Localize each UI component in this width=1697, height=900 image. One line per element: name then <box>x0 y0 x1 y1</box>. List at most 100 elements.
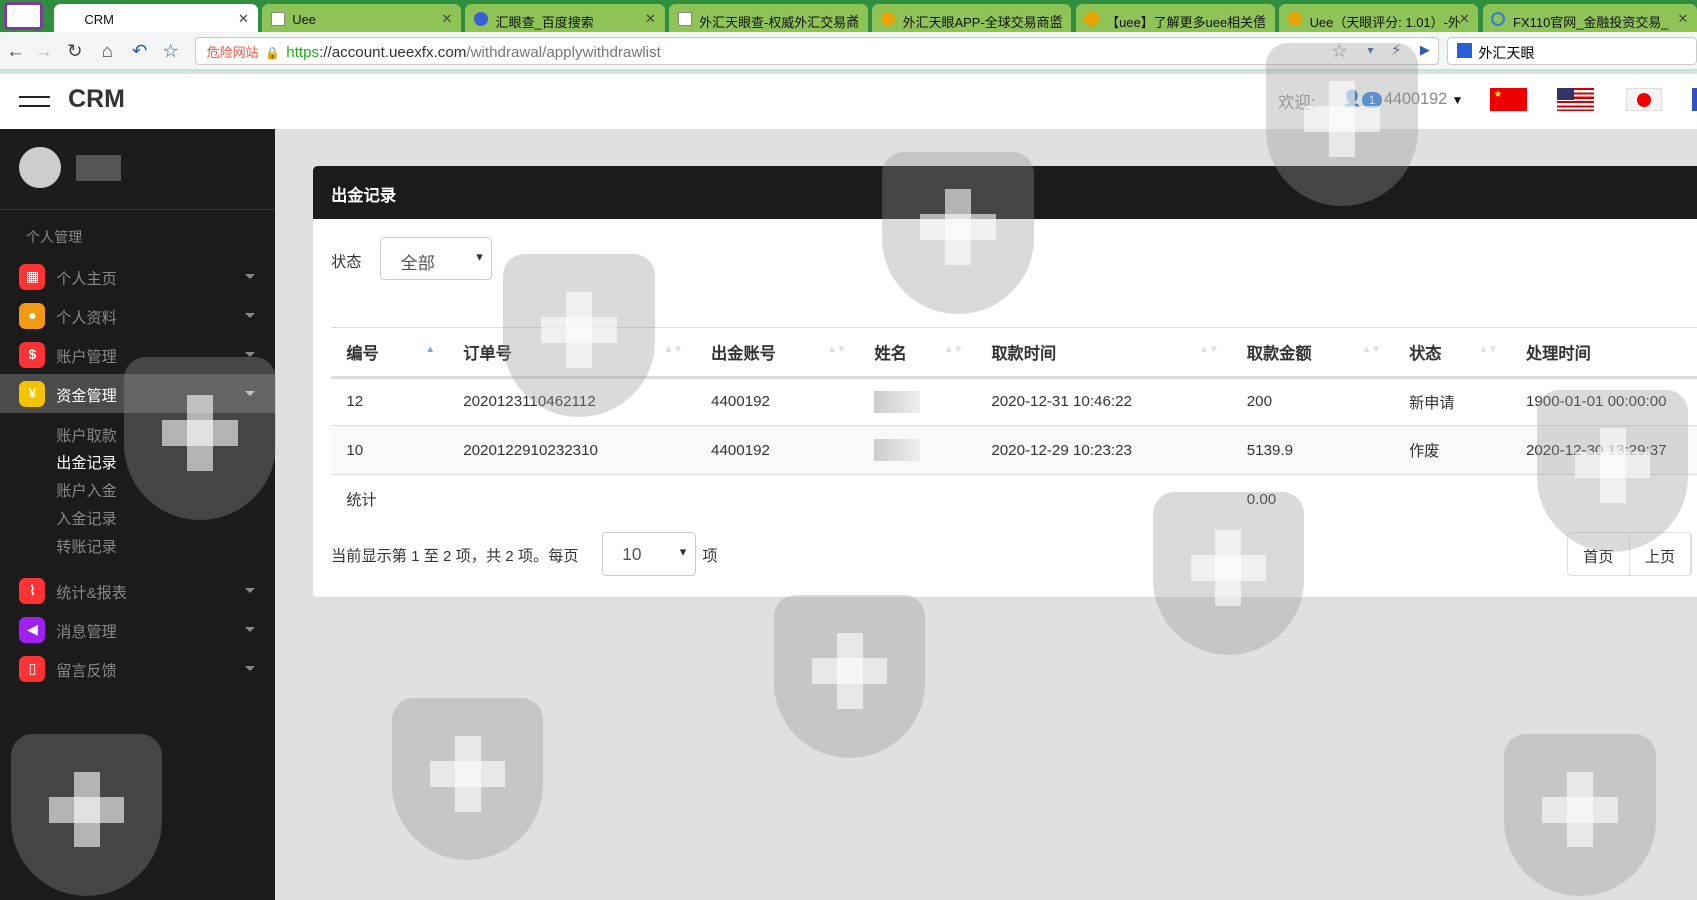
lock-icon: 🔒 <box>265 46 280 61</box>
cell-name <box>859 377 977 427</box>
prev-page-button[interactable]: 上页 <box>1630 533 1692 575</box>
flag-usa-icon[interactable] <box>1557 87 1595 112</box>
user-icon: 👤 <box>1342 89 1363 108</box>
sort-icon: ▲▼ <box>827 344 847 356</box>
tab-label: 外汇天眼查-权威外汇交易商 <box>699 14 860 30</box>
close-icon[interactable]: ✕ <box>238 11 249 27</box>
column-header-id[interactable]: 编号 ▲ <box>331 326 449 379</box>
undo-icon[interactable]: ↶ <box>132 40 147 62</box>
cell-processed: 2020-12-30 13:29:37 <box>1510 425 1697 476</box>
tab-wikifx[interactable]: 外汇天眼查-权威外汇交易商 ✕ <box>668 4 868 33</box>
column-header-time[interactable]: 取款时间 ▲▼ <box>976 326 1232 379</box>
sort-icon: ▲▼ <box>1478 344 1498 356</box>
yen-icon: ¥ <box>19 380 46 407</box>
star-icon[interactable]: ☆ <box>162 40 178 62</box>
close-icon[interactable]: ✕ <box>645 11 656 27</box>
tab-crm[interactable]: CRM ✕ <box>54 4 258 33</box>
sidebar-subitem-withdraw[interactable]: 账户取款 <box>56 424 117 446</box>
flag-other-icon[interactable] <box>1691 87 1697 112</box>
sidebar-item-label: 账户管理 <box>56 349 117 367</box>
sidebar-item-profile[interactable]: ● 个人资料 <box>0 297 275 336</box>
sidebar-item-home[interactable]: ▦ 个人主页 <box>0 258 275 297</box>
cell-name <box>859 425 977 476</box>
tab-label: 外汇天眼APP-全球交易商监 <box>902 14 1063 30</box>
forward-icon[interactable]: → <box>35 40 53 62</box>
tab-fx110[interactable]: FX110官网_金融投资交易_ ✕ <box>1482 4 1697 33</box>
search-box[interactable]: 外汇天眼 <box>1447 36 1697 65</box>
total-row: 统计 0.00 <box>331 475 1697 524</box>
play-icon[interactable]: ▶ <box>1420 42 1430 58</box>
column-header-status[interactable]: 状态 ▲▼ <box>1393 326 1511 379</box>
brand-title: CRM <box>68 85 125 114</box>
column-header-processed[interactable]: 处理时间 <box>1510 326 1697 379</box>
browser-logo <box>4 2 44 31</box>
page-size-suffix: 项 <box>702 548 718 566</box>
home-icon[interactable]: ⌂ <box>102 40 113 62</box>
sidebar-item-funds[interactable]: ¥ 资金管理 <box>0 374 275 414</box>
sort-icon: ▲▼ <box>663 344 683 356</box>
cell-account: 4400192 <box>695 377 860 427</box>
danger-warning: 危险网站 <box>206 45 259 61</box>
tab-wikifx-app[interactable]: 外汇天眼APP-全球交易商监 ✕ <box>872 4 1072 33</box>
sidebar-item-reports[interactable]: ⌇ 统计&报表 <box>0 571 275 610</box>
wikifx-icon <box>1287 11 1302 26</box>
page-icon <box>270 11 285 26</box>
total-label: 统计 <box>346 492 377 510</box>
section-header: 个人管理 <box>25 229 83 246</box>
flag-china-icon[interactable]: ★ <box>1490 87 1528 112</box>
column-label: 编号 <box>346 344 379 363</box>
watermark-shield-icon <box>391 698 544 861</box>
reload-icon[interactable]: ↻ <box>67 40 82 62</box>
sidebar-item-label: 资金管理 <box>56 388 117 406</box>
withdrawal-table: 编号 ▲ 订单号 ▲▼ 出金账号 ▲▼ 姓名 ▲▼ 取款时间 ▲▼ 取款金额 ▲▼ 状态 ▲▼… <box>331 326 1697 524</box>
close-icon[interactable]: ✕ <box>1255 11 1266 27</box>
withdrawal-records-panel: 出金记录 状态 全部 编号 ▲ 订单号 ▲▼ 出金账号 ▲▼ 姓名 ▲▼ 取款时间 ▲▼ … <box>312 165 1697 598</box>
tab-baidu[interactable]: 汇眼查_百度搜索 ✕ <box>465 4 665 33</box>
column-header-account[interactable]: 出金账号 ▲▼ <box>695 326 860 379</box>
column-header-amount[interactable]: 取款金额 ▲▼ <box>1231 326 1394 379</box>
close-icon[interactable]: ✕ <box>848 11 859 27</box>
user-menu[interactable]: 👤 1 4400192 ▼ <box>1342 89 1463 109</box>
sidebar-subitem-withdraw-records[interactable]: 出金记录 <box>56 451 117 473</box>
sidebar-item-messages[interactable]: ◀ 消息管理 <box>0 610 275 649</box>
close-icon[interactable]: ✕ <box>442 11 453 27</box>
tab-uee-rating[interactable]: Uee（天眼评分: 1.01）-外 ✕ <box>1279 4 1479 33</box>
column-label: 处理时间 <box>1525 344 1591 363</box>
column-header-order[interactable]: 订单号 ▲▼ <box>448 326 696 379</box>
page-icon <box>677 11 692 26</box>
menu-toggle-icon[interactable] <box>19 96 50 108</box>
sidebar-subitem-deposit[interactable]: 账户入金 <box>56 479 117 501</box>
sidebar-subitem-transfer-records[interactable]: 转账记录 <box>56 535 117 557</box>
cell-status: 作废 <box>1393 425 1511 476</box>
sidebar-subitem-deposit-records[interactable]: 入金记录 <box>56 507 117 529</box>
column-header-name[interactable]: 姓名 ▲▼ <box>859 326 977 379</box>
tab-label: Uee <box>292 11 316 27</box>
tab-uee[interactable]: Uee ✕ <box>261 4 462 33</box>
tab-uee-info[interactable]: 【uee】了解更多uee相关信 ✕ <box>1075 4 1275 33</box>
close-icon[interactable]: ✕ <box>1052 11 1063 27</box>
page-size-select[interactable]: 10 <box>601 532 696 576</box>
flag-japan-icon[interactable] <box>1625 87 1663 112</box>
close-icon[interactable]: ✕ <box>1459 11 1470 27</box>
column-label: 姓名 <box>874 344 907 363</box>
back-icon[interactable]: ← <box>6 40 24 62</box>
url-host: ://account.ueexfx.com <box>319 44 467 62</box>
sidebar-item-feedback[interactable]: ▯ 留言反馈 <box>0 649 275 688</box>
cell-status: 新申请 <box>1393 377 1511 427</box>
address-bar[interactable]: 危险网站 🔒 https://account.ueexfx.com/withdraw… <box>194 36 1440 65</box>
qr-icon: ▦ <box>19 264 46 291</box>
first-page-button[interactable]: 首页 <box>1568 533 1630 575</box>
status-filter-select[interactable]: 全部 <box>379 237 493 281</box>
chart-icon: ⌇ <box>19 577 46 604</box>
sort-icon: ▲▼ <box>943 344 964 356</box>
app-header: CRM 欢迎: 👤 1 4400192 ▼ ★ <box>0 73 1697 129</box>
close-icon[interactable]: ✕ <box>1678 11 1689 27</box>
bookmark-star-icon[interactable]: ☆ <box>1331 40 1347 62</box>
dropdown-icon[interactable]: ▾ <box>1368 43 1374 57</box>
status-filter-label: 状态 <box>331 253 362 271</box>
sidebar-item-label: 个人主页 <box>56 271 117 289</box>
lightning-icon[interactable]: ⚡ <box>1391 41 1402 59</box>
sidebar-item-accounts[interactable]: $ 账户管理 <box>0 336 275 375</box>
url-scheme: https <box>286 44 320 62</box>
cell-id: 10 <box>331 425 449 476</box>
